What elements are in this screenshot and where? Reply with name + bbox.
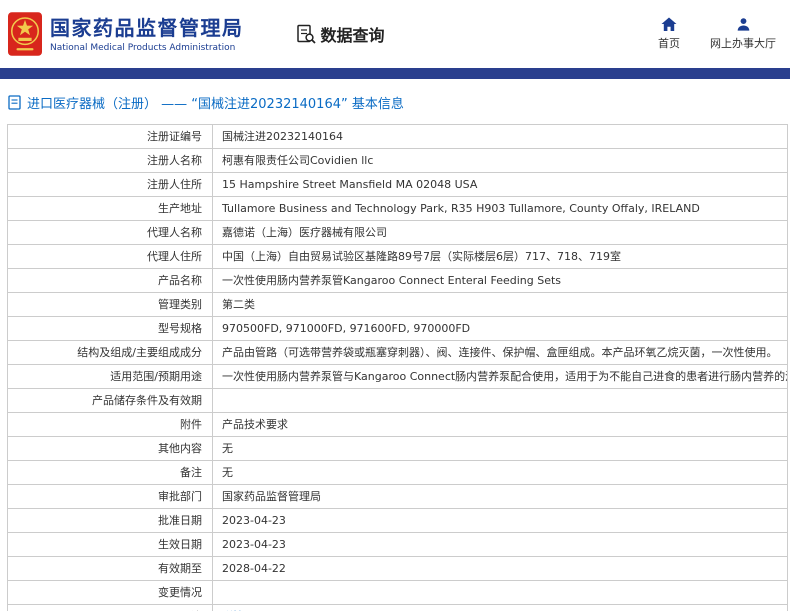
row-value (213, 581, 788, 605)
row-value: 无 (213, 461, 788, 485)
nav-service-hall-label: 网上办事大厅 (710, 35, 776, 51)
table-row: 其他内容无 (8, 437, 788, 461)
nav-home-label: 首页 (658, 35, 680, 51)
row-value: 国家药品监督管理局 (213, 485, 788, 509)
table-row: 注册证编号国械注进20232140164 (8, 125, 788, 149)
table-row: 注册人住所15 Hampshire Street Mansfield MA 02… (8, 173, 788, 197)
row-label: 批准日期 (8, 509, 213, 533)
row-label: 生效日期 (8, 533, 213, 557)
row-label: 审批部门 (8, 485, 213, 509)
site-titles: 国家药品监督管理局 National Medical Products Admi… (50, 16, 244, 53)
table-row: 型号规格970500FD, 971000FD, 971600FD, 970000… (8, 317, 788, 341)
document-icon (8, 95, 21, 110)
table-row: 生产地址Tullamore Business and Technology Pa… (8, 197, 788, 221)
row-value: 嘉德诺（上海）医疗器械有限公司 (213, 221, 788, 245)
row-value: 无 (213, 437, 788, 461)
row-label: 其他内容 (8, 437, 213, 461)
table-row: 附件产品技术要求 (8, 413, 788, 437)
row-value: 产品技术要求 (213, 413, 788, 437)
row-label: 管理类别 (8, 293, 213, 317)
row-label: 产品储存条件及有效期 (8, 389, 213, 413)
row-value: 国械注进20232140164 (213, 125, 788, 149)
table-row: 产品储存条件及有效期 (8, 389, 788, 413)
header-nav: 首页 网上办事大厅 (658, 17, 780, 51)
table-row: 代理人住所中国（上海）自由贸易试验区基隆路89号7层（实际楼层6层）717、71… (8, 245, 788, 269)
header: 国家药品监督管理局 National Medical Products Admi… (0, 0, 790, 68)
table-row: 结构及组成/主要组成成分产品由管路（可选带营养袋或瓶塞穿刺器）、阀、连接件、保护… (8, 341, 788, 365)
row-label: 注册人名称 (8, 149, 213, 173)
row-label: 产品名称 (8, 269, 213, 293)
table-row: 注册人名称柯惠有限责任公司Covidien llc (8, 149, 788, 173)
row-value: 第二类 (213, 293, 788, 317)
national-emblem-logo (8, 11, 42, 57)
row-label: 注册人住所 (8, 173, 213, 197)
table-row: 审批部门国家药品监督管理局 (8, 485, 788, 509)
data-query-label: 数据查询 (321, 22, 385, 46)
row-label: 型号规格 (8, 317, 213, 341)
row-label: 变更情况 (8, 581, 213, 605)
row-value: 中国（上海）自由贸易试验区基隆路89号7层（实际楼层6层）717、718、719… (213, 245, 788, 269)
row-value: 2028-04-22 (213, 557, 788, 581)
row-label: 注 (8, 605, 213, 611)
row-value: 970500FD, 971000FD, 971600FD, 970000FD (213, 317, 788, 341)
row-label: 有效期至 (8, 557, 213, 581)
row-label: 生产地址 (8, 197, 213, 221)
table-row: 有效期至2028-04-22 (8, 557, 788, 581)
table-row: 备注无 (8, 461, 788, 485)
row-label: 代理人名称 (8, 221, 213, 245)
nav-data-query[interactable]: 数据查询 (296, 22, 385, 46)
table-row: 批准日期2023-04-23 (8, 509, 788, 533)
row-label: 备注 (8, 461, 213, 485)
row-value: 柯惠有限责任公司Covidien llc (213, 149, 788, 173)
table-row: 变更情况 (8, 581, 788, 605)
nav-home[interactable]: 首页 (658, 17, 680, 51)
table-row: 注详情 (8, 605, 788, 611)
info-table-body: 注册证编号国械注进20232140164注册人名称柯惠有限责任公司Covidie… (8, 125, 788, 611)
table-row: 适用范围/预期用途一次性使用肠内营养泵管与Kangaroo Connect肠内营… (8, 365, 788, 389)
row-value: 15 Hampshire Street Mansfield MA 02048 U… (213, 173, 788, 197)
nmpa-logo-area: 国家药品监督管理局 National Medical Products Admi… (8, 11, 244, 57)
row-label: 结构及组成/主要组成成分 (8, 341, 213, 365)
row-value: 2023-04-23 (213, 533, 788, 557)
table-row: 代理人名称嘉德诺（上海）医疗器械有限公司 (8, 221, 788, 245)
row-value: 一次性使用肠内营养泵管Kangaroo Connect Enteral Feed… (213, 269, 788, 293)
row-label: 代理人住所 (8, 245, 213, 269)
table-row: 生效日期2023-04-23 (8, 533, 788, 557)
data-query-icon (296, 24, 316, 44)
row-value: 产品由管路（可选带营养袋或瓶塞穿刺器）、阀、连接件、保护帽、盒匣组成。本产品环氧… (213, 341, 788, 365)
row-label: 注册证编号 (8, 125, 213, 149)
nav-service-hall[interactable]: 网上办事大厅 (710, 17, 776, 51)
header-divider-bar (0, 68, 790, 79)
breadcrumb-text: 进口医疗器械（注册） —— “国械注进20232140164” 基本信息 (27, 93, 404, 112)
row-value: 一次性使用肠内营养泵管与Kangaroo Connect肠内营养泵配合使用，适用… (213, 365, 788, 389)
site-title: 国家药品监督管理局 (50, 16, 244, 40)
row-label: 附件 (8, 413, 213, 437)
row-label: 适用范围/预期用途 (8, 365, 213, 389)
row-value: Tullamore Business and Technology Park, … (213, 197, 788, 221)
person-icon (736, 17, 751, 32)
breadcrumb: 进口医疗器械（注册） —— “国械注进20232140164” 基本信息 (0, 79, 790, 123)
site-subtitle: National Medical Products Administration (50, 43, 244, 53)
row-value (213, 389, 788, 413)
table-row: 管理类别第二类 (8, 293, 788, 317)
row-value: 详情 (213, 605, 788, 611)
home-icon (661, 17, 677, 32)
info-table: 注册证编号国械注进20232140164注册人名称柯惠有限责任公司Covidie… (7, 124, 788, 611)
row-value: 2023-04-23 (213, 509, 788, 533)
table-row: 产品名称一次性使用肠内营养泵管Kangaroo Connect Enteral … (8, 269, 788, 293)
